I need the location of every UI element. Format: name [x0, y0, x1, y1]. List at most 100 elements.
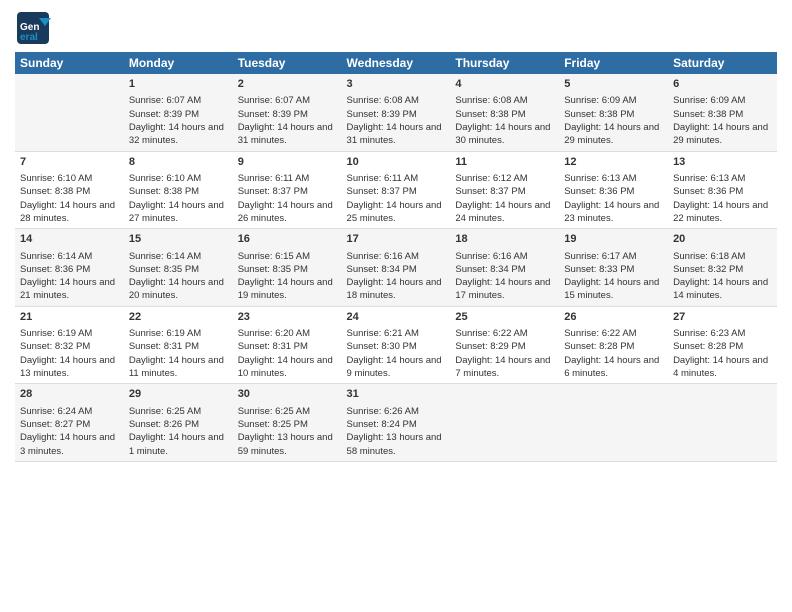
cell-3-1: 14Sunrise: 6:14 AMSunset: 8:36 PMDayligh…: [15, 229, 124, 307]
cell-1-7: 6Sunrise: 6:09 AMSunset: 8:38 PMDaylight…: [668, 74, 777, 151]
cell-5-3: 30Sunrise: 6:25 AMSunset: 8:25 PMDayligh…: [233, 384, 342, 462]
cell-4-1: 21Sunrise: 6:19 AMSunset: 8:32 PMDayligh…: [15, 306, 124, 384]
sunrise-text: Sunrise: 6:07 AM: [238, 94, 337, 107]
day-number: 21: [20, 310, 119, 325]
sunrise-text: Sunrise: 6:22 AM: [455, 327, 554, 340]
svg-text:eral: eral: [20, 32, 38, 43]
sunrise-text: Sunrise: 6:19 AM: [20, 327, 119, 340]
sunset-text: Sunset: 8:38 PM: [129, 185, 228, 198]
daylight-text: Daylight: 14 hours and 13 minutes.: [20, 354, 119, 381]
sunrise-text: Sunrise: 6:17 AM: [564, 250, 663, 263]
day-header-tuesday: Tuesday: [233, 52, 342, 74]
cell-2-1: 7Sunrise: 6:10 AMSunset: 8:38 PMDaylight…: [15, 151, 124, 229]
week-row-5: 28Sunrise: 6:24 AMSunset: 8:27 PMDayligh…: [15, 384, 777, 462]
cell-2-7: 13Sunrise: 6:13 AMSunset: 8:36 PMDayligh…: [668, 151, 777, 229]
logo-icon: Gen eral: [15, 10, 51, 46]
day-number: 28: [20, 387, 119, 402]
daylight-text: Daylight: 14 hours and 1 minute.: [129, 431, 228, 458]
daylight-text: Daylight: 14 hours and 14 minutes.: [673, 276, 772, 303]
daylight-text: Daylight: 14 hours and 29 minutes.: [673, 121, 772, 148]
daylight-text: Daylight: 14 hours and 31 minutes.: [347, 121, 446, 148]
daylight-text: Daylight: 14 hours and 3 minutes.: [20, 431, 119, 458]
daylight-text: Daylight: 14 hours and 6 minutes.: [564, 354, 663, 381]
daylight-text: Daylight: 13 hours and 58 minutes.: [347, 431, 446, 458]
sunrise-text: Sunrise: 6:11 AM: [238, 172, 337, 185]
cell-2-3: 9Sunrise: 6:11 AMSunset: 8:37 PMDaylight…: [233, 151, 342, 229]
daylight-text: Daylight: 13 hours and 59 minutes.: [238, 431, 337, 458]
cell-4-6: 26Sunrise: 6:22 AMSunset: 8:28 PMDayligh…: [559, 306, 668, 384]
sunrise-text: Sunrise: 6:20 AM: [238, 327, 337, 340]
daylight-text: Daylight: 14 hours and 32 minutes.: [129, 121, 228, 148]
cell-1-5: 4Sunrise: 6:08 AMSunset: 8:38 PMDaylight…: [450, 74, 559, 151]
daylight-text: Daylight: 14 hours and 15 minutes.: [564, 276, 663, 303]
sunset-text: Sunset: 8:34 PM: [347, 263, 446, 276]
daylight-text: Daylight: 14 hours and 31 minutes.: [238, 121, 337, 148]
sunrise-text: Sunrise: 6:09 AM: [564, 94, 663, 107]
sunrise-text: Sunrise: 6:21 AM: [347, 327, 446, 340]
sunset-text: Sunset: 8:25 PM: [238, 418, 337, 431]
day-number: 15: [129, 232, 228, 247]
day-header-sunday: Sunday: [15, 52, 124, 74]
sunrise-text: Sunrise: 6:14 AM: [129, 250, 228, 263]
daylight-text: Daylight: 14 hours and 7 minutes.: [455, 354, 554, 381]
sunset-text: Sunset: 8:28 PM: [673, 340, 772, 353]
sunset-text: Sunset: 8:28 PM: [564, 340, 663, 353]
sunrise-text: Sunrise: 6:15 AM: [238, 250, 337, 263]
sunset-text: Sunset: 8:36 PM: [564, 185, 663, 198]
sunset-text: Sunset: 8:39 PM: [347, 108, 446, 121]
cell-2-6: 12Sunrise: 6:13 AMSunset: 8:36 PMDayligh…: [559, 151, 668, 229]
cell-5-7: [668, 384, 777, 462]
header-row: SundayMondayTuesdayWednesdayThursdayFrid…: [15, 52, 777, 74]
cell-5-6: [559, 384, 668, 462]
daylight-text: Daylight: 14 hours and 28 minutes.: [20, 199, 119, 226]
day-number: 4: [455, 77, 554, 92]
sunrise-text: Sunrise: 6:07 AM: [129, 94, 228, 107]
cell-4-2: 22Sunrise: 6:19 AMSunset: 8:31 PMDayligh…: [124, 306, 233, 384]
logo: Gen eral: [15, 10, 53, 46]
cell-5-2: 29Sunrise: 6:25 AMSunset: 8:26 PMDayligh…: [124, 384, 233, 462]
cell-5-1: 28Sunrise: 6:24 AMSunset: 8:27 PMDayligh…: [15, 384, 124, 462]
day-number: 24: [347, 310, 446, 325]
day-header-wednesday: Wednesday: [342, 52, 451, 74]
sunset-text: Sunset: 8:39 PM: [129, 108, 228, 121]
sunrise-text: Sunrise: 6:26 AM: [347, 405, 446, 418]
daylight-text: Daylight: 14 hours and 11 minutes.: [129, 354, 228, 381]
sunrise-text: Sunrise: 6:25 AM: [238, 405, 337, 418]
sunset-text: Sunset: 8:29 PM: [455, 340, 554, 353]
daylight-text: Daylight: 14 hours and 29 minutes.: [564, 121, 663, 148]
week-row-2: 7Sunrise: 6:10 AMSunset: 8:38 PMDaylight…: [15, 151, 777, 229]
page: Gen eral SundayMondayTuesdayWednesdayThu…: [0, 0, 792, 612]
cell-1-4: 3Sunrise: 6:08 AMSunset: 8:39 PMDaylight…: [342, 74, 451, 151]
cell-3-2: 15Sunrise: 6:14 AMSunset: 8:35 PMDayligh…: [124, 229, 233, 307]
sunset-text: Sunset: 8:38 PM: [564, 108, 663, 121]
cell-2-4: 10Sunrise: 6:11 AMSunset: 8:37 PMDayligh…: [342, 151, 451, 229]
sunrise-text: Sunrise: 6:16 AM: [455, 250, 554, 263]
sunset-text: Sunset: 8:31 PM: [238, 340, 337, 353]
week-row-1: 1Sunrise: 6:07 AMSunset: 8:39 PMDaylight…: [15, 74, 777, 151]
day-number: 31: [347, 387, 446, 402]
cell-3-3: 16Sunrise: 6:15 AMSunset: 8:35 PMDayligh…: [233, 229, 342, 307]
sunrise-text: Sunrise: 6:16 AM: [347, 250, 446, 263]
day-number: 18: [455, 232, 554, 247]
sunrise-text: Sunrise: 6:10 AM: [20, 172, 119, 185]
cell-3-5: 18Sunrise: 6:16 AMSunset: 8:34 PMDayligh…: [450, 229, 559, 307]
sunset-text: Sunset: 8:37 PM: [238, 185, 337, 198]
sunrise-text: Sunrise: 6:08 AM: [347, 94, 446, 107]
day-number: 19: [564, 232, 663, 247]
daylight-text: Daylight: 14 hours and 26 minutes.: [238, 199, 337, 226]
sunset-text: Sunset: 8:38 PM: [673, 108, 772, 121]
sunset-text: Sunset: 8:31 PM: [129, 340, 228, 353]
week-row-3: 14Sunrise: 6:14 AMSunset: 8:36 PMDayligh…: [15, 229, 777, 307]
sunrise-text: Sunrise: 6:13 AM: [673, 172, 772, 185]
day-header-monday: Monday: [124, 52, 233, 74]
day-number: 16: [238, 232, 337, 247]
day-number: 12: [564, 155, 663, 170]
cell-1-3: 2Sunrise: 6:07 AMSunset: 8:39 PMDaylight…: [233, 74, 342, 151]
sunrise-text: Sunrise: 6:12 AM: [455, 172, 554, 185]
sunrise-text: Sunrise: 6:19 AM: [129, 327, 228, 340]
day-header-friday: Friday: [559, 52, 668, 74]
day-number: 14: [20, 232, 119, 247]
daylight-text: Daylight: 14 hours and 19 minutes.: [238, 276, 337, 303]
cell-5-5: [450, 384, 559, 462]
sunrise-text: Sunrise: 6:11 AM: [347, 172, 446, 185]
